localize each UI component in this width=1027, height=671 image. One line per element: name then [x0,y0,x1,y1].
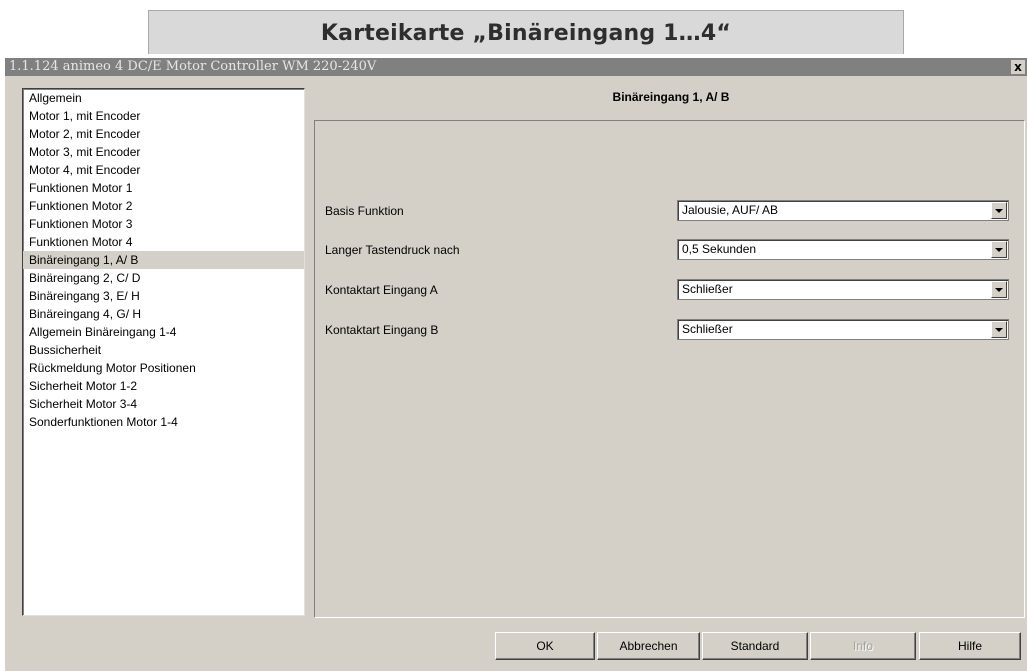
kontaktart-a-select[interactable]: Schließer [677,279,1009,300]
basis-funktion-select[interactable]: Jalousie, AUF/ AB [677,200,1009,221]
chevron-down-icon[interactable] [991,241,1007,258]
document-caption: Karteikarte „Binäreingang 1…4“ [148,10,904,54]
param-row-kontaktart-b: Kontaktart Eingang B Schließer [315,319,1020,341]
param-label: Basis Funktion [325,204,404,218]
tab-sicherheit-motor-3-4[interactable]: Sicherheit Motor 3-4 [23,395,304,413]
tab-binaereingang-2[interactable]: Binäreingang 2, C/ D [23,269,304,287]
tab-motor-2[interactable]: Motor 2, mit Encoder [23,125,304,143]
param-row-basis-funktion: Basis Funktion Jalousie, AUF/ AB [315,200,1020,222]
tab-funktionen-motor-3[interactable]: Funktionen Motor 3 [23,215,304,233]
langer-tastendruck-select[interactable]: 0,5 Sekunden [677,239,1009,260]
select-value: Schließer [682,282,733,296]
tab-binaereingang-4[interactable]: Binäreingang 4, G/ H [23,305,304,323]
help-button[interactable]: Hilfe [919,632,1021,660]
tab-list: Allgemein Motor 1, mit Encoder Motor 2, … [22,88,305,616]
param-row-kontaktart-a: Kontaktart Eingang A Schließer [315,279,1020,301]
select-value: Jalousie, AUF/ AB [682,203,779,217]
tab-funktionen-motor-4[interactable]: Funktionen Motor 4 [23,233,304,251]
tab-funktionen-motor-2[interactable]: Funktionen Motor 2 [23,197,304,215]
section-title: Binäreingang 1, A/ B [612,90,730,104]
tab-allgemein[interactable]: Allgemein [23,89,304,107]
tab-motor-1[interactable]: Motor 1, mit Encoder [23,107,304,125]
ok-button[interactable]: OK [495,632,595,660]
select-value: Schließer [682,322,733,336]
chevron-down-icon[interactable] [991,202,1007,219]
window-titlebar[interactable]: 1.1.124 animeo 4 DC/E Motor Controller W… [5,58,1027,76]
tab-motor-4[interactable]: Motor 4, mit Encoder [23,161,304,179]
tab-allgemein-binaereingang[interactable]: Allgemein Binäreingang 1-4 [23,323,304,341]
parameter-dialog: 1.1.124 animeo 4 DC/E Motor Controller W… [5,58,1027,671]
tab-binaereingang-3[interactable]: Binäreingang 3, E/ H [23,287,304,305]
window-title: 1.1.124 animeo 4 DC/E Motor Controller W… [9,59,377,74]
param-label: Langer Tastendruck nach [325,243,460,257]
parameter-panel: Basis Funktion Jalousie, AUF/ AB Langer … [314,120,1025,618]
tab-binaereingang-1[interactable]: Binäreingang 1, A/ B [23,251,304,269]
tab-sonderfunktionen[interactable]: Sonderfunktionen Motor 1-4 [23,413,304,431]
tab-bussicherheit[interactable]: Bussicherheit [23,341,304,359]
chevron-down-icon[interactable] [991,321,1007,338]
param-label: Kontaktart Eingang A [325,283,438,297]
param-label: Kontaktart Eingang B [325,323,439,337]
select-value: 0,5 Sekunden [682,242,757,256]
info-button[interactable]: Info [810,632,916,660]
cancel-button[interactable]: Abbrechen [597,632,700,660]
param-row-langer-tastendruck: Langer Tastendruck nach 0,5 Sekunden [315,239,1020,261]
tab-funktionen-motor-1[interactable]: Funktionen Motor 1 [23,179,304,197]
close-icon[interactable]: x [1011,60,1025,74]
tab-motor-3[interactable]: Motor 3, mit Encoder [23,143,304,161]
standard-button[interactable]: Standard [702,632,808,660]
chevron-down-icon[interactable] [991,281,1007,298]
tab-sicherheit-motor-1-2[interactable]: Sicherheit Motor 1-2 [23,377,304,395]
kontaktart-b-select[interactable]: Schließer [677,319,1009,340]
tab-rueckmeldung[interactable]: Rückmeldung Motor Positionen [23,359,304,377]
